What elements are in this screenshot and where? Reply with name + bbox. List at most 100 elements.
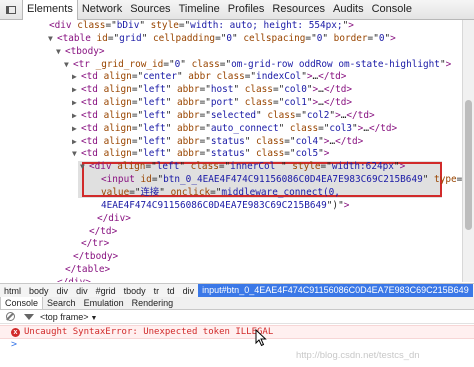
filter-icon[interactable] [24,313,34,320]
code-token: </div> [57,277,91,282]
dom-node-line[interactable]: ▶ <td align="left" abbr="selected" class=… [0,110,462,123]
watermark: http://blog.csdn.net/testcs_dn [296,350,420,361]
breadcrumb-item[interactable]: input#btn_0_4EAE4F474C91156086C0D4EA7E98… [198,284,473,297]
dom-node-line[interactable]: </div> [0,277,462,282]
dom-node-line[interactable]: ▶ <td align="left" abbr="port" class="col… [0,97,462,110]
tab-resources[interactable]: Resources [268,0,329,19]
dom-node-line[interactable]: <input id="btn_0_4EAE4F474C91156086C0D4E… [0,174,462,187]
dom-node-line[interactable]: value="连接" onclick="middleware_connect(0… [0,187,462,200]
code-token: <tbody> [65,45,105,57]
code-token: abbr [176,135,200,147]
breadcrumb: html body div div #grid tbody tr td div input#btn… [0,283,474,298]
dom-node-line[interactable]: </td> [0,226,462,239]
code-token: =" [178,20,191,31]
tab-timeline[interactable]: Timeline [175,0,224,19]
dom-node-line[interactable]: ▼ <table id="grid" cellpadding="0" cellsp… [0,33,462,46]
dom-node-line[interactable]: ▼ <td align="left" abbr="status" class="c… [0,148,462,161]
expand-triangle-icon[interactable]: ▼ [72,148,81,161]
code-token: > [399,161,406,173]
frame-selector[interactable]: <top frame> ▼ [40,312,97,322]
dom-node-line[interactable]: ▶ <td align="center" abbr class="indexCol… [0,71,462,84]
collapse-triangle-icon[interactable]: ▶ [72,110,81,123]
code-token: id [140,174,152,186]
code-token: =" [244,71,257,83]
code-token: <div [89,161,118,173]
dom-node-line[interactable]: </tr> [0,238,462,251]
dock-icon[interactable] [0,0,22,19]
console-prompt[interactable]: > [11,339,17,350]
expand-triangle-icon[interactable]: ▼ [56,46,65,59]
code-token: btn_0_4EAE4F474C91156086C0D4EA7E983C69C2… [163,174,423,186]
dom-node-line[interactable]: ▶ <td align="left" abbr="host" class="col… [0,84,462,97]
breadcrumb-item[interactable]: div [179,286,199,296]
breadcrumb-item[interactable]: #grid [92,286,120,296]
code-token: col4 [295,135,319,147]
drawer-tab-emulation[interactable]: Emulation [80,297,128,309]
code-token: width: auto; height: 554px; [190,20,343,31]
collapse-triangle-icon[interactable]: ▶ [72,123,81,136]
collapse-triangle-icon[interactable]: ▶ [72,71,81,84]
code-token: <input [101,174,141,186]
dom-tree-scrollbar[interactable] [462,20,474,282]
code-token: </td> [318,71,347,83]
collapse-triangle-icon[interactable]: ▶ [72,136,81,149]
dom-node-line[interactable]: </table> [0,264,462,277]
code-token: " [244,135,257,147]
code-token: " [233,84,245,96]
tab-audits[interactable]: Audits [329,0,368,19]
dom-node-line[interactable]: <div class="bDiv" style="width: auto; he… [0,20,462,33]
code-token: =" [284,135,296,147]
breadcrumb-item[interactable]: td [163,286,179,296]
code-token: col3 [329,122,352,134]
code-token: abbr [176,84,200,96]
scrollbar-thumb[interactable] [465,100,472,230]
dom-node-line[interactable]: ▶ <td align="left" abbr="auto_connect" cl… [0,123,462,136]
code-token: <td [81,97,104,109]
dom-tree[interactable]: <div class="bDiv" style="width: auto; he… [0,20,462,282]
dom-node-line[interactable]: 4EAE4F474C91156086C0D4EA7E983C69C215B649… [0,200,462,213]
expand-triangle-icon[interactable]: ▼ [80,161,89,174]
collapse-triangle-icon[interactable]: ▶ [72,84,81,97]
breadcrumb-item[interactable]: tbody [120,286,150,296]
code-token: =" [295,109,307,121]
breadcrumb-item[interactable]: tr [150,286,164,296]
code-token: status [210,135,245,147]
breadcrumb-item[interactable]: html [0,286,25,296]
dom-node-line[interactable]: ▶ <td align="left" abbr="status" class="c… [0,136,462,149]
code-token: abbr [176,148,200,160]
code-token: left [143,84,166,96]
frame-selector-label: <top frame> [40,311,89,322]
code-token: port [210,97,234,109]
code-token: class [244,84,273,96]
tab-elements[interactable]: Elements [22,0,78,20]
code-token: <td [81,84,104,96]
code-token: id [96,32,108,44]
expand-triangle-icon[interactable]: ▼ [64,59,73,72]
code-token: </td> [323,84,353,96]
dom-node-line[interactable]: </tbody> [0,251,462,264]
dom-node-line[interactable]: ▼ <tr _grid_row_id="0" class="om-grid-row… [0,59,462,72]
tab-sources[interactable]: Sources [126,0,174,19]
tab-profiles[interactable]: Profiles [224,0,269,19]
code-token: align [103,71,132,83]
breadcrumb-item[interactable]: div [53,286,73,296]
drawer-tab-search[interactable]: Search [43,297,80,309]
devtools-toolbar: Elements Network Sources Timeline Profil… [0,0,474,20]
code-token: " [165,84,177,96]
code-token: col1 [284,97,307,109]
code-token: " [176,71,189,83]
console-error-row: x Uncaught SyntaxError: Unexpected token… [0,325,474,339]
dom-node-line[interactable]: </div> [0,213,462,226]
code-token: =" [218,161,231,173]
drawer-tab-console[interactable]: Console [0,297,44,309]
breadcrumb-item[interactable]: div [72,286,92,296]
breadcrumb-item[interactable]: body [25,286,53,296]
collapse-triangle-icon[interactable]: ▶ [72,97,81,110]
expand-triangle-icon[interactable]: ▼ [48,33,57,46]
dom-node-line[interactable]: ▼ <div align="left" class="innerCol " sty… [0,161,462,174]
drawer-tab-rendering[interactable]: Rendering [128,297,178,309]
tab-network[interactable]: Network [78,0,126,19]
dom-node-line[interactable]: ▼ <tbody> [0,46,462,59]
clear-console-icon[interactable] [6,312,15,321]
tab-console[interactable]: Console [368,0,416,19]
